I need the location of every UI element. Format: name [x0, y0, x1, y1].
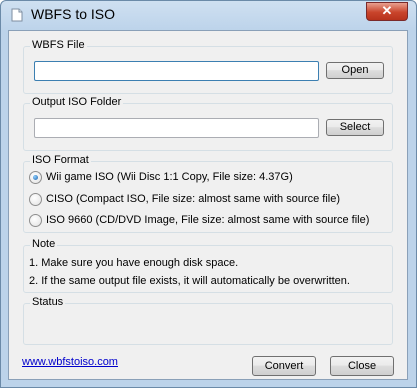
website-link[interactable]: www.wbfstoiso.com	[22, 356, 118, 368]
client-area: WBFS File Open Output ISO Folder Select …	[8, 30, 408, 380]
app-window: WBFS to ISO ✕ WBFS File Open Output ISO …	[0, 0, 417, 388]
document-icon	[11, 8, 23, 22]
note-line-2: 2. If the same output file exists, it wi…	[29, 275, 350, 287]
open-button[interactable]: Open	[326, 62, 384, 79]
wbfs-file-input[interactable]	[34, 61, 319, 81]
iso-format-legend: ISO Format	[30, 154, 91, 166]
iso-format-group: ISO Format Wii game ISO (Wii Disc 1:1 Co…	[23, 154, 393, 233]
note-legend: Note	[30, 238, 58, 250]
note-group: Note 1. Make sure you have enough disk s…	[23, 238, 393, 293]
title-bar[interactable]: WBFS to ISO ✕	[1, 1, 416, 29]
note-line-1: 1. Make sure you have enough disk space.	[29, 257, 239, 269]
radio-label: Wii game ISO (Wii Disc 1:1 Copy, File si…	[46, 171, 293, 183]
status-legend: Status	[30, 296, 66, 308]
close-window-button[interactable]: ✕	[366, 2, 408, 21]
select-button[interactable]: Select	[326, 119, 384, 136]
radio-button[interactable]	[29, 171, 42, 184]
convert-button[interactable]: Convert	[252, 356, 316, 376]
window-title: WBFS to ISO	[31, 6, 116, 22]
radio-label: CISO (Compact ISO, File size: almost sam…	[46, 193, 341, 205]
radio-selected-dot	[33, 175, 38, 180]
output-folder-input[interactable]	[34, 118, 319, 138]
close-button[interactable]: Close	[330, 356, 394, 376]
radio-button[interactable]	[29, 214, 42, 227]
wbfs-file-group: WBFS File Open	[23, 39, 393, 94]
radio-button[interactable]	[29, 193, 42, 206]
wbfs-file-legend: WBFS File	[30, 39, 87, 51]
output-folder-group: Output ISO Folder Select	[23, 96, 393, 151]
status-group: Status	[23, 296, 393, 345]
close-icon: ✕	[381, 3, 393, 18]
radio-label: ISO 9660 (CD/DVD Image, File size: almos…	[46, 214, 370, 226]
output-folder-legend: Output ISO Folder	[30, 96, 124, 108]
